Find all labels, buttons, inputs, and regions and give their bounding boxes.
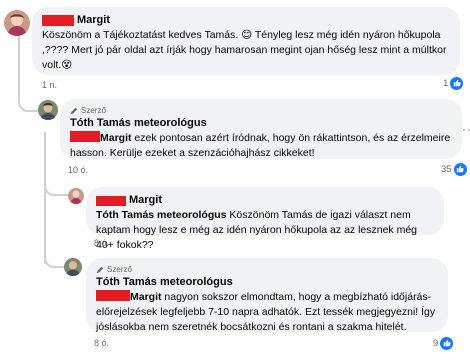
comment-author[interactable]: Tóth Tamás meteorológus bbox=[96, 275, 233, 290]
comment-timestamp[interactable]: 8 ó. bbox=[94, 238, 109, 248]
redacted-avatar-name bbox=[96, 195, 126, 206]
comment-bubble: Margit Tóth Tamás meteorológus Köszönöm … bbox=[86, 187, 444, 251]
comment-text: Margit ezek pontosan azért íródnak, hogy… bbox=[70, 131, 451, 159]
comment-timestamp[interactable]: 10 ó. bbox=[68, 165, 88, 175]
thread-connector-2 bbox=[44, 180, 68, 196]
comment-timestamp[interactable]: 1 n. bbox=[42, 80, 57, 90]
avatar[interactable] bbox=[68, 188, 84, 204]
comment-author[interactable]: Margit bbox=[129, 193, 162, 208]
comment-bubble: Szerző Tóth Tamás meteorológus Margit ez… bbox=[60, 99, 462, 159]
avatar-photo-icon bbox=[38, 100, 58, 120]
comment-text: Tóth Tamás meteorológus Köszönöm Tamás d… bbox=[96, 209, 418, 251]
redacted-avatar-name bbox=[42, 15, 74, 26]
like-icon bbox=[453, 162, 467, 176]
thread-line-main bbox=[18, 36, 20, 94]
reaction-number: 9 bbox=[433, 337, 439, 349]
mention-link[interactable]: Tóth Tamás meteorológus bbox=[96, 209, 227, 221]
avatar-photo-icon bbox=[64, 258, 82, 276]
comment-text: Köszönöm a Tájékoztatást kedves Tamás. 😊… bbox=[42, 29, 447, 71]
author-badge: Szerző bbox=[70, 105, 452, 116]
more-options-button[interactable]: ··· bbox=[462, 122, 470, 136]
reaction-number: 1 bbox=[443, 77, 449, 89]
mention-link[interactable]: Margit bbox=[130, 291, 162, 303]
avatar[interactable] bbox=[4, 10, 30, 36]
redacted-mention bbox=[70, 131, 100, 142]
comment-author[interactable]: Tóth Tamás meteorológus bbox=[70, 116, 207, 131]
reaction-count[interactable]: 1 bbox=[443, 76, 464, 90]
avatar[interactable] bbox=[64, 258, 82, 276]
reaction-count[interactable]: 35 bbox=[441, 162, 467, 176]
comment-text: Margit nagyon sokszor elmondtam, hogy a … bbox=[96, 290, 436, 333]
comment-author[interactable]: Margit bbox=[77, 13, 110, 28]
avatar-photo-icon bbox=[4, 10, 30, 36]
thread-line-reply bbox=[44, 132, 46, 264]
comment-bubble: Margit Köszönöm a Tájékoztatást kedves T… bbox=[32, 7, 460, 75]
comment-timestamp[interactable]: 8 ó. bbox=[94, 338, 109, 348]
pen-icon bbox=[96, 266, 104, 273]
avatar-photo-icon bbox=[68, 188, 84, 204]
comment-bubble: Szerző Tóth Tamás meteorológus Margit na… bbox=[86, 258, 448, 333]
reaction-number: 35 bbox=[441, 163, 452, 175]
avatar[interactable] bbox=[38, 100, 58, 120]
author-badge: Szerző bbox=[96, 264, 438, 275]
thread-connector-3 bbox=[44, 248, 66, 268]
reaction-count[interactable]: 9 bbox=[433, 336, 454, 350]
mention-link[interactable]: Margit bbox=[100, 132, 132, 144]
pen-icon bbox=[70, 107, 78, 114]
redacted-mention bbox=[96, 290, 130, 301]
thread-connector-1 bbox=[18, 92, 40, 112]
like-icon bbox=[440, 336, 454, 350]
like-icon bbox=[450, 76, 464, 90]
